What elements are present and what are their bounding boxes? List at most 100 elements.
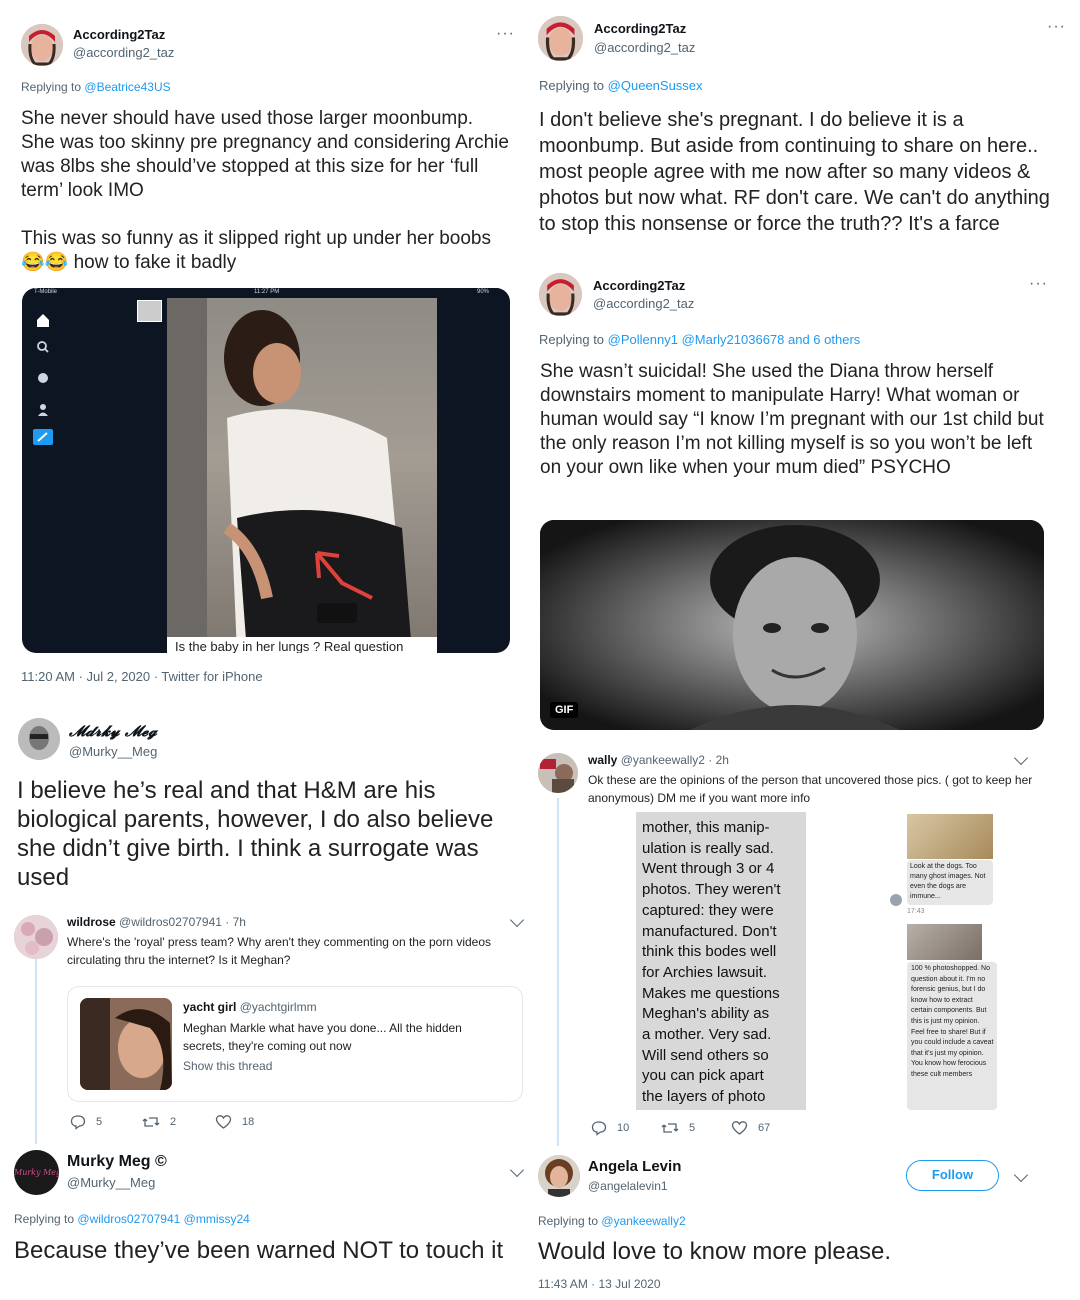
compose-icon (33, 429, 53, 445)
show-thread-link[interactable]: Show this thread (183, 1059, 272, 1073)
message-time: 17:43 (907, 908, 925, 915)
author-line: wally @yankeewally2 · 2h (588, 753, 729, 767)
tweet-age: · 7h (225, 915, 246, 929)
sender-avatar (890, 894, 902, 906)
reply-mention-link[interactable]: @QueenSussex (608, 78, 703, 93)
author-line: wildrose @wildros02707941 · 7h (67, 915, 246, 929)
author-handle[interactable]: @according2_taz (593, 296, 694, 311)
tweet-text: Where's the 'royal' press team? Why aren… (67, 935, 492, 967)
more-options-icon[interactable]: ··· (1029, 275, 1048, 293)
author-handle[interactable]: @according2_taz (594, 40, 695, 55)
reply-mention-link[interactable]: @wildros02707941 @mmissy24 (77, 1212, 249, 1226)
more-options-icon[interactable]: ··· (496, 25, 515, 43)
author-handle[interactable]: @Murky__Meg (67, 1175, 155, 1190)
profile-icon (38, 404, 48, 416)
replying-prefix: Replying to (14, 1212, 75, 1226)
quoted-author-line: yacht girl @yachtgirlmm (183, 1000, 317, 1014)
quoted-tweet[interactable]: yacht girl @yachtgirlmm Meghan Markle wh… (67, 986, 523, 1102)
tweet-timestamp[interactable]: 11:43 AM · 13 Jul 2020 (538, 1277, 661, 1291)
retweet-count: 2 (170, 1116, 177, 1128)
heart-icon (215, 1115, 232, 1129)
like-button[interactable]: 67 (731, 1120, 770, 1136)
avatar[interactable] (539, 273, 582, 316)
retweet-count: 5 (689, 1122, 696, 1134)
author-name[interactable]: According2Taz (73, 27, 165, 42)
reply-icon (591, 1121, 607, 1136)
quoted-author-name: yacht girl (183, 1000, 237, 1014)
reply-mention-link[interactable]: @Pollenny1 @Marly21036678 and 6 others (608, 332, 861, 347)
author-name[interactable]: 𝓜𝓭𝓻𝓴𝔂 𝓜𝓮𝓰 (69, 722, 157, 740)
chevron-down-icon[interactable] (1013, 1167, 1029, 1183)
replying-prefix: Replying to (21, 80, 82, 94)
author-handle[interactable]: @angelalevin1 (588, 1179, 668, 1193)
avatar[interactable] (538, 16, 583, 61)
author-name[interactable]: Murky Meg © (67, 1153, 167, 1171)
message-text-2: 100 % photoshopped. No question about it… (911, 965, 994, 1078)
carrier-label: T-Mobile (34, 289, 58, 295)
status-time: 11:27 PM (254, 289, 280, 295)
replying-prefix: Replying to (539, 78, 605, 93)
avatar[interactable]: Murky Meg (14, 1150, 59, 1195)
reply-icon (70, 1115, 86, 1130)
avatar[interactable] (21, 24, 63, 66)
tweet-age: · 2h (708, 753, 729, 767)
chevron-down-icon[interactable] (1013, 750, 1029, 766)
author-handle[interactable]: @yankeewally2 (621, 753, 705, 767)
avatar[interactable] (18, 718, 60, 760)
reply-count: 5 (96, 1116, 103, 1128)
author-name[interactable]: According2Taz (593, 278, 685, 293)
author-name[interactable]: wildrose (67, 915, 116, 929)
chevron-down-icon[interactable] (509, 1162, 525, 1178)
tweet-text: Because they’ve been warned NOT to touch… (14, 1237, 504, 1264)
tweet-text: I don't believe she's pregnant. I do bel… (539, 109, 1056, 235)
avatar[interactable] (538, 753, 578, 793)
notifications-icon (38, 373, 48, 383)
reply-count: 10 (617, 1122, 630, 1134)
home-icon (37, 314, 49, 327)
thread-line (35, 958, 37, 1144)
screenshot-right[interactable]: Look at the dogs. Too many ghost images.… (880, 812, 1030, 1110)
author-name[interactable]: According2Taz (594, 21, 686, 36)
reply-mention-link[interactable]: @Beatrice43US (84, 80, 170, 94)
avatar[interactable] (538, 1155, 580, 1197)
replying-prefix: Replying to (539, 332, 605, 347)
gif-badge: GIF (550, 702, 579, 718)
author-name[interactable]: wally (588, 753, 617, 767)
quoted-author-handle: @yachtgirlmm (239, 1000, 317, 1014)
like-button[interactable]: 18 (215, 1114, 254, 1130)
replying-to: Replying to @Pollenny1 @Marly21036678 an… (539, 332, 860, 347)
retweet-button[interactable]: 5 (661, 1120, 695, 1136)
reply-mention-link[interactable]: @yankeewally2 (601, 1214, 685, 1228)
tweet-gif[interactable]: GIF (540, 520, 1044, 730)
tweet-timestamp[interactable]: 11:20 AM · Jul 2, 2020 · Twitter for iPh… (21, 669, 263, 684)
tweet-text: I believe he’s real and that H&M are his… (17, 777, 494, 891)
screenshot-left-text: mother, this manip- ulation is really sa… (642, 819, 781, 1106)
chevron-down-icon[interactable] (509, 912, 525, 928)
author-handle[interactable]: @Murky__Meg (69, 744, 157, 759)
author-name[interactable]: Angela Levin (588, 1158, 681, 1175)
tweet-text: Ok these are the opinions of the person … (588, 773, 1033, 805)
battery-label: 90% (477, 289, 490, 295)
thread-line (557, 798, 559, 1146)
more-options-icon[interactable]: ··· (1047, 18, 1066, 36)
side-nav (22, 298, 67, 653)
reply-button[interactable]: 10 (591, 1120, 629, 1136)
author-handle[interactable]: @according2_taz (73, 45, 174, 60)
tweet-text: She wasn’t suicidal! She used the Diana … (540, 361, 1050, 478)
retweet-icon (142, 1117, 160, 1127)
tweet-image[interactable]: T-Mobile 11:27 PM 90% Is the baby in her… (22, 288, 510, 653)
message-text-1: Look at the dogs. Too many ghost images.… (910, 863, 986, 900)
tweet-text: Would love to know more please. (538, 1238, 892, 1265)
retweet-button[interactable]: 2 (142, 1114, 176, 1130)
phone-status-bar: T-Mobile 11:27 PM 90% (22, 288, 510, 298)
avatar[interactable] (14, 915, 58, 959)
reply-button[interactable]: 5 (70, 1114, 102, 1130)
photo-dogs (907, 814, 993, 859)
tweet-text: She never should have used those larger … (21, 108, 509, 273)
like-count: 18 (242, 1116, 255, 1128)
photo-second (907, 924, 982, 960)
follow-button[interactable]: Follow (906, 1160, 999, 1191)
replying-to: Replying to @QueenSussex (539, 78, 703, 93)
screenshot-left[interactable]: mother, this manip- ulation is really sa… (588, 812, 806, 1110)
author-handle[interactable]: @wildros02707941 (119, 915, 222, 929)
